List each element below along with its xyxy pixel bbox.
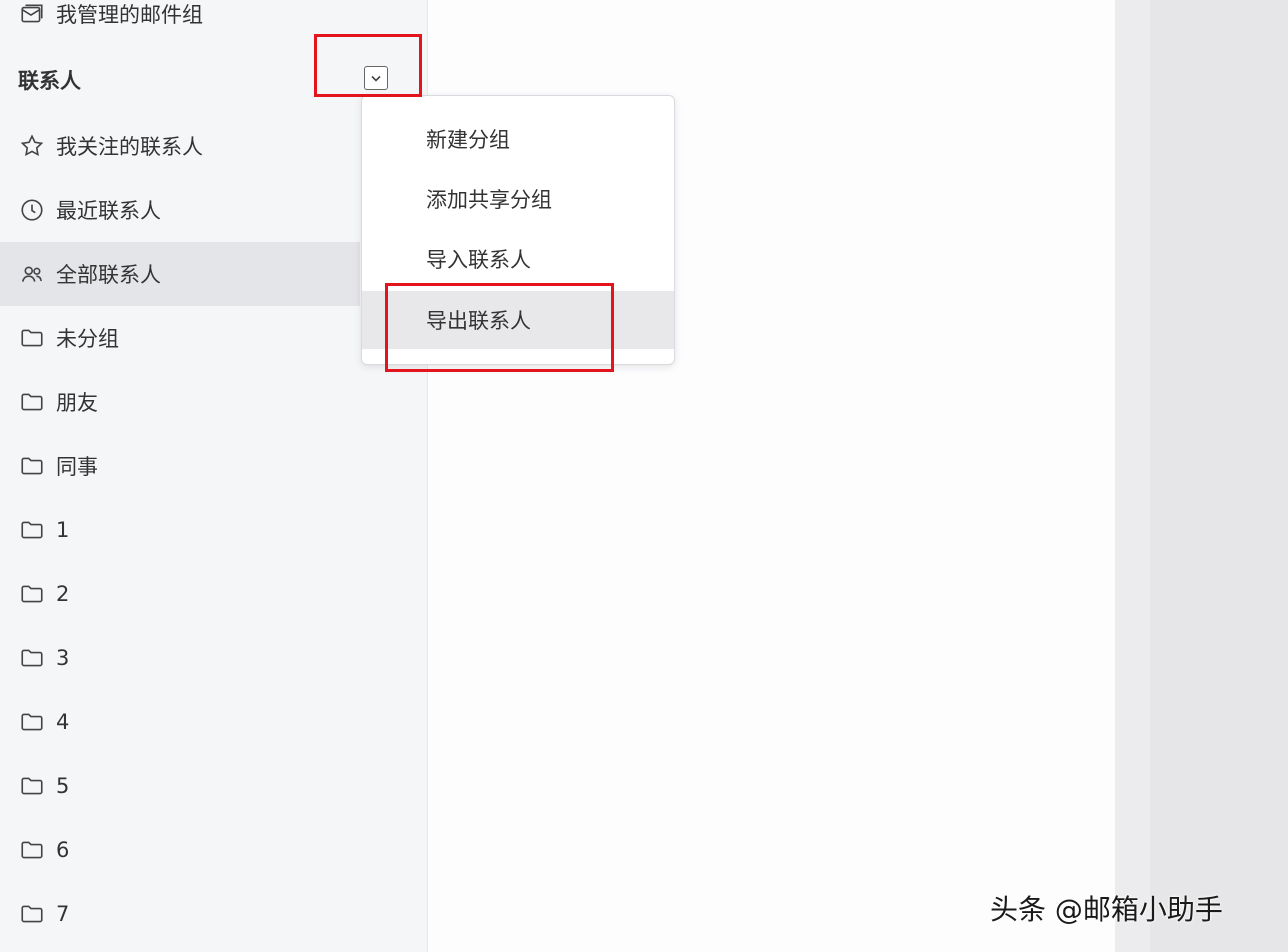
folder-icon [18,836,46,864]
sidebar-item-mail-groups[interactable]: 我管理的邮件组 [0,0,360,46]
sidebar-item-label: 朋友 [56,391,98,415]
sidebar-item-label: 全部联系人 [56,263,161,287]
mail-group-icon [18,0,46,28]
folder-icon [18,772,46,800]
sidebar-item-label: 未分组 [56,327,119,351]
clock-icon [18,196,46,224]
menu-item-new-group[interactable]: 新建分组 [362,110,674,168]
contacts-dropdown-button[interactable] [364,66,388,90]
sidebar-item-label: 我管理的邮件组 [56,3,203,27]
watermark: 头条 @邮箱小助手 [990,893,1223,926]
page: 我管理的邮件组 联系人 我关注的联系人 最近联系人全部联系人未分组朋友同事 1 2 3 4… [0,0,1288,952]
sidebar-item-label: 最近联系人 [56,199,161,223]
menu-item-import-contacts[interactable]: 导入联系人 [362,230,674,288]
sidebar-item[interactable]: 同事 [0,434,360,498]
sidebar-item[interactable]: 最近联系人 [0,178,360,242]
sidebar-item-label: 7 [56,902,70,926]
folder-icon [18,900,46,928]
star-icon [18,132,46,160]
folder-icon [18,516,46,544]
folder-icon [18,452,46,480]
sidebar-item[interactable]: 4 [0,690,360,754]
sidebar-item[interactable]: 2 [0,562,360,626]
sidebar-item[interactable]: 6 [0,818,360,882]
sidebar-item-label: 1 [56,518,70,542]
contacts-section-title: 联系人 [18,69,81,93]
sidebar-item[interactable]: 未分组 [0,306,360,370]
users-icon [18,260,46,288]
sidebar-item-label: 2 [56,582,70,606]
sidebar-item[interactable]: 7 [0,882,360,946]
sidebar-item[interactable]: 5 [0,754,360,818]
menu-item-add-shared-group[interactable]: 添加共享分组 [362,170,674,228]
folder-icon [18,708,46,736]
folder-icon [18,580,46,608]
folder-icon [18,644,46,672]
contacts-dropdown-menu: 新建分组 添加共享分组 导入联系人 导出联系人 [361,95,675,365]
sidebar-item-label: 3 [56,646,70,670]
sidebar-item[interactable]: 我关注的联系人 [0,114,360,178]
sidebar-item[interactable]: 朋友 [0,370,360,434]
right-panel [1150,0,1288,952]
sidebar-item-label: 4 [56,710,70,734]
chevron-down-icon [369,71,383,85]
sidebar-item[interactable]: 全部联系人 [0,242,360,306]
sidebar-item-label: 同事 [56,455,98,479]
right-panel-divider [1115,0,1150,952]
folder-icon [18,388,46,416]
sidebar-item-label: 我关注的联系人 [56,135,203,159]
sidebar-item[interactable]: 3 [0,626,360,690]
sidebar-item-label: 5 [56,774,70,798]
folder-icon [18,324,46,352]
sidebar-item[interactable]: 1 [0,498,360,562]
sidebar-item-label: 6 [56,838,70,862]
menu-item-export-contacts[interactable]: 导出联系人 [362,291,674,349]
